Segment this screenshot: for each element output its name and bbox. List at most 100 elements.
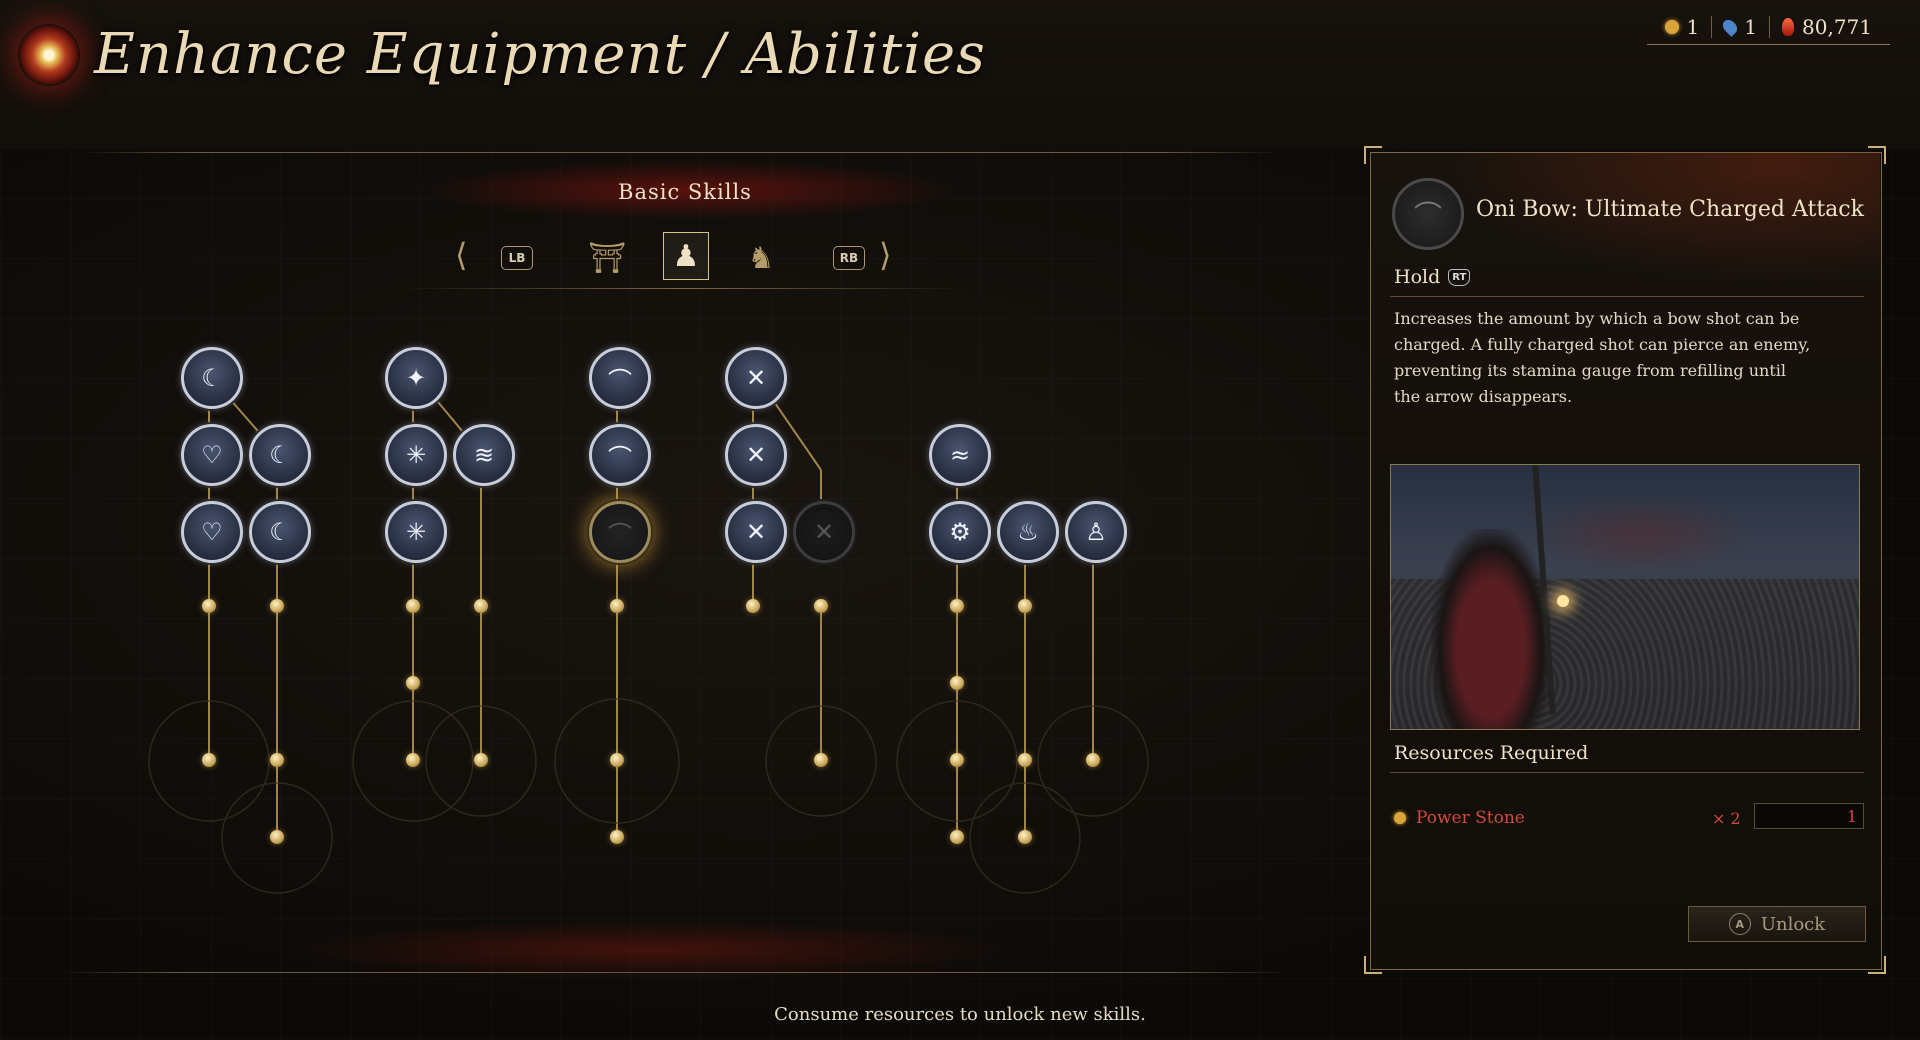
a-button-icon: A xyxy=(1728,913,1751,935)
heart-icon: ♡ xyxy=(201,441,223,469)
skill-node[interactable]: ✕ xyxy=(725,347,787,409)
divider xyxy=(1390,772,1864,773)
skill-node[interactable]: ♡ xyxy=(181,501,243,563)
crossed-blades-icon: ✕ xyxy=(745,518,767,546)
divider xyxy=(1769,16,1771,38)
skill-node[interactable]: ≋ xyxy=(453,424,515,486)
skill-node[interactable]: ≈ xyxy=(929,424,991,486)
skill-node-selected[interactable]: ⌒ xyxy=(589,501,651,563)
skill-title: Oni Bow: Ultimate Charged Attack xyxy=(1476,197,1864,222)
locked-skill-dot[interactable] xyxy=(814,753,828,767)
preview-arrow-glow xyxy=(1557,595,1569,607)
unlock-label: Unlock xyxy=(1760,913,1826,935)
skill-node[interactable]: ✕ xyxy=(725,424,787,486)
crossed-blades-icon: ✕ xyxy=(745,364,767,392)
wave-claw-icon: ≋ xyxy=(473,441,495,469)
locked-skill-dot[interactable] xyxy=(406,599,420,613)
divider xyxy=(1711,16,1713,38)
preview-scenery xyxy=(1531,495,1751,575)
skill-node[interactable]: ⌒ xyxy=(589,424,651,486)
locked-skill-dot[interactable] xyxy=(950,830,964,844)
locked-skill-dot[interactable] xyxy=(610,753,624,767)
locked-skill-dot[interactable] xyxy=(814,599,828,613)
resource-row: Power Stone × 2 1 xyxy=(1394,803,1864,832)
selected-skill-bow-icon: ⌒ xyxy=(1392,178,1464,250)
locked-skill-dot[interactable] xyxy=(202,599,216,613)
locked-skill-dot[interactable] xyxy=(1018,753,1032,767)
currency-value: 1 xyxy=(1686,15,1700,39)
locked-skill-dot[interactable] xyxy=(1018,830,1032,844)
skill-node[interactable]: ✳ xyxy=(385,501,447,563)
locked-skill-dot[interactable] xyxy=(406,676,420,690)
power-stone-icon xyxy=(1394,812,1406,824)
locked-skill-dot[interactable] xyxy=(270,830,284,844)
currency-power-stone: 1 xyxy=(1657,15,1708,39)
burst-icon: ✳ xyxy=(405,441,427,469)
heart-icon: ♡ xyxy=(201,518,223,546)
corner-bracket xyxy=(1364,146,1382,164)
skill-node[interactable]: ⌒ xyxy=(589,347,651,409)
skill-description: Increases the amount by which a bow shot… xyxy=(1394,309,1811,406)
locked-skill-dot[interactable] xyxy=(474,753,488,767)
locked-skill-dot[interactable] xyxy=(610,599,624,613)
locked-skill-dot[interactable] xyxy=(950,676,964,690)
unlock-button[interactable]: A Unlock xyxy=(1688,906,1866,942)
footer-hint: Consume resources to unlock new skills. xyxy=(774,1004,1146,1025)
skill-node[interactable]: ☾ xyxy=(249,501,311,563)
corner-bracket xyxy=(1868,146,1886,164)
skill-node[interactable]: ♙ xyxy=(1065,501,1127,563)
skill-node[interactable]: ♡ xyxy=(181,424,243,486)
locked-skill-dot[interactable] xyxy=(202,753,216,767)
locked-skill-dot[interactable] xyxy=(474,599,488,613)
locked-skill-dot[interactable] xyxy=(746,599,760,613)
skill-input: Hold RT xyxy=(1394,266,1471,288)
skill-node[interactable]: ✦ xyxy=(385,347,447,409)
amrita-flame-icon xyxy=(1782,18,1795,36)
locked-skill-dot[interactable] xyxy=(950,753,964,767)
skill-node[interactable]: ✕ xyxy=(725,501,787,563)
water-drop-icon xyxy=(1720,17,1741,37)
resource-owned-qty: 1 xyxy=(1754,803,1864,829)
power-stone-icon xyxy=(1664,20,1679,34)
skill-node-locked[interactable]: ✕ xyxy=(793,501,855,563)
currency-bar: 1 1 80,771 xyxy=(1646,10,1890,45)
skill-node[interactable]: ♨ xyxy=(997,501,1059,563)
corner-bracket xyxy=(1364,956,1382,974)
locked-skill-dot[interactable] xyxy=(270,599,284,613)
preview-character xyxy=(1431,529,1551,729)
skill-node[interactable]: ⚙ xyxy=(929,501,991,563)
crossed-blades-icon: ✕ xyxy=(813,518,835,546)
locked-skill-dot[interactable] xyxy=(1018,599,1032,613)
wheel-cart-icon: ⚙ xyxy=(949,518,971,546)
skill-preview-image xyxy=(1390,464,1860,730)
skill-node[interactable]: ☾ xyxy=(181,347,243,409)
resource-name: Power Stone xyxy=(1416,808,1525,828)
burst-icon: ✳ xyxy=(405,518,427,546)
wind-icon: ≈ xyxy=(949,441,971,469)
resource-required-qty: × 2 xyxy=(1712,808,1741,828)
flame-icon: ♨ xyxy=(1017,518,1039,546)
resources-title: Resources Required xyxy=(1394,742,1589,764)
divider xyxy=(1390,296,1864,297)
rt-trigger-icon: RT xyxy=(1448,268,1471,286)
guardian-figure-icon: ♙ xyxy=(1085,518,1107,546)
currency-value: 1 xyxy=(1744,15,1758,39)
bow-icon: ⌒ xyxy=(608,520,632,549)
currency-value: 80,771 xyxy=(1802,15,1872,39)
skill-node[interactable]: ✳ xyxy=(385,424,447,486)
crescent-star-icon: ☾ xyxy=(269,518,291,546)
crescent-star-icon: ☾ xyxy=(269,441,291,469)
bow-icon: ⌒ xyxy=(608,366,632,395)
skill-node[interactable]: ☾ xyxy=(249,424,311,486)
locked-skill-dot[interactable] xyxy=(270,753,284,767)
bow-icon: ⌒ xyxy=(608,443,632,472)
corner-bracket xyxy=(1868,956,1886,974)
locked-skill-dot[interactable] xyxy=(406,753,420,767)
input-label: Hold xyxy=(1394,266,1441,288)
locked-skill-dot[interactable] xyxy=(1086,753,1100,767)
currency-amrita: 80,771 xyxy=(1774,15,1880,39)
crescent-star-icon: ☾ xyxy=(201,364,223,392)
compass-star-icon: ✦ xyxy=(405,364,427,392)
locked-skill-dot[interactable] xyxy=(950,599,964,613)
locked-skill-dot[interactable] xyxy=(610,830,624,844)
